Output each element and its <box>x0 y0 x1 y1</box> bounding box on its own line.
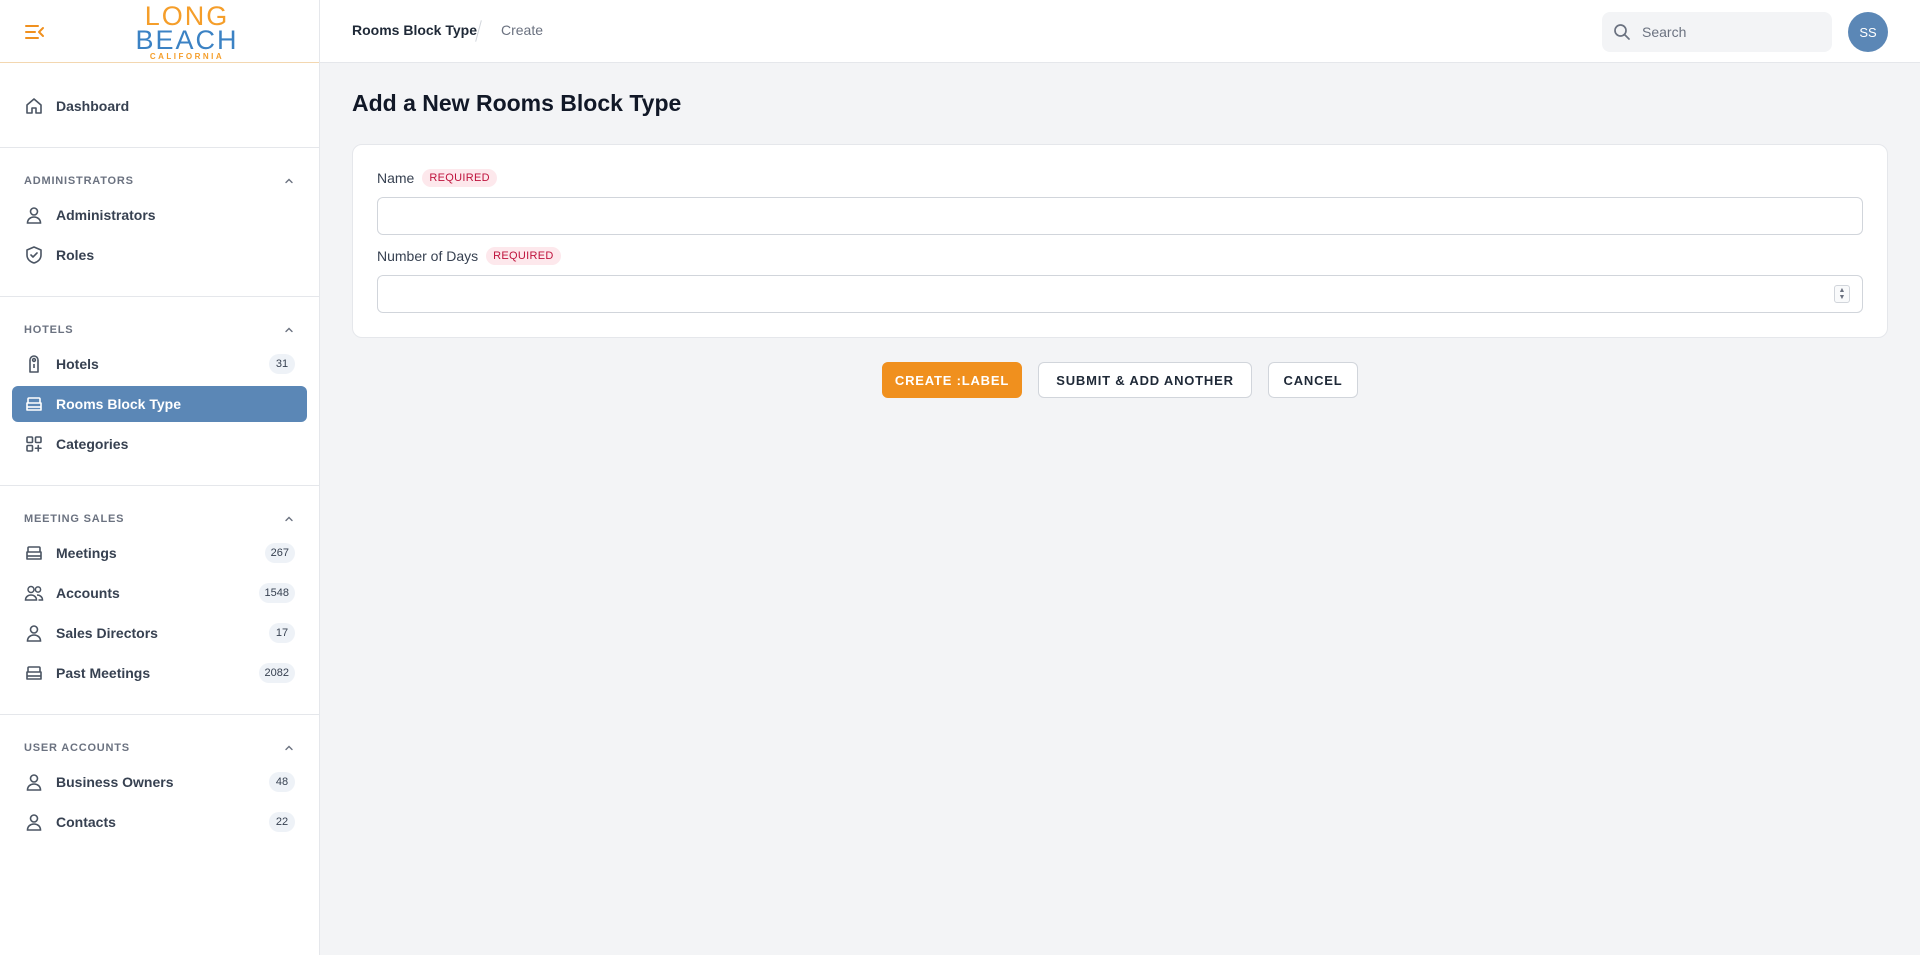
search-box[interactable] <box>1602 12 1832 52</box>
stepper-down-icon[interactable]: ▼ <box>1839 294 1846 301</box>
sidebar-item-label: Categories <box>56 436 129 452</box>
count-badge: 267 <box>264 543 295 563</box>
bed-icon <box>24 663 44 683</box>
sidebar-item-label: Roles <box>56 247 95 263</box>
number-stepper[interactable]: ▲ ▼ <box>1834 285 1850 303</box>
logo-line3: CALIFORNIA <box>149 52 225 61</box>
sidebar-item-label: Accounts <box>56 585 120 601</box>
key-card-icon <box>24 354 44 374</box>
sidebar-item-business-owners[interactable]: Business Owners 48 <box>12 764 307 800</box>
create-button[interactable]: CREATE :LABEL <box>882 362 1022 398</box>
number-of-days-field[interactable]: ▲ ▼ <box>377 275 1863 313</box>
count-badge: 31 <box>269 354 295 374</box>
sidebar-item-hotels[interactable]: Hotels 31 <box>12 346 307 382</box>
count-badge: 22 <box>269 812 295 832</box>
avatar[interactable]: SS <box>1848 12 1888 52</box>
sidebar-item-label: Business Owners <box>56 774 174 790</box>
sidebar-item-label: Hotels <box>56 356 99 372</box>
stepper-up-icon[interactable]: ▲ <box>1839 287 1846 294</box>
chevron-up-icon[interactable] <box>283 324 295 336</box>
count-badge: 1548 <box>258 583 295 603</box>
sidebar-item-contacts[interactable]: Contacts 22 <box>12 804 307 840</box>
sidebar-item-label: Administrators <box>56 207 156 223</box>
name-label-text: Name <box>377 170 415 186</box>
name-field-label: Name REQUIRED <box>377 169 497 187</box>
divider <box>0 296 319 297</box>
sidebar-item-label: Meetings <box>56 545 117 561</box>
sidebar: LONG BEACH CALIFORNIA Dashboard ADMINIST… <box>0 0 320 955</box>
form-card: Name REQUIRED Number of Days REQUIRED ▲ … <box>352 144 1888 338</box>
search-icon <box>1614 24 1630 40</box>
shield-check-icon <box>24 245 44 265</box>
sidebar-item-accounts[interactable]: Accounts 1548 <box>12 575 307 611</box>
cancel-button[interactable]: CANCEL <box>1268 362 1358 398</box>
home-icon <box>24 96 44 116</box>
topbar: Rooms Block Type Create SS <box>320 0 1920 63</box>
divider <box>0 485 319 486</box>
divider <box>0 714 319 715</box>
required-badge: REQUIRED <box>486 247 561 265</box>
user-icon <box>24 812 44 832</box>
sidebar-item-categories[interactable]: Categories <box>12 426 307 462</box>
sidebar-item-roles[interactable]: Roles <box>12 237 307 273</box>
section-title-meeting-sales: MEETING SALES <box>24 513 125 525</box>
logo-line2: BEACH <box>135 25 239 55</box>
section-title-hotels: HOTELS <box>24 324 74 336</box>
users-icon <box>24 583 44 603</box>
sidebar-item-label: Rooms Block Type <box>56 396 181 412</box>
squares-plus-icon <box>24 434 44 454</box>
menu-collapse-icon[interactable] <box>24 22 46 42</box>
breadcrumb-current: Create <box>501 22 544 38</box>
number-of-days-input[interactable] <box>378 276 1862 312</box>
section-title-user-accounts: USER ACCOUNTS <box>24 742 130 754</box>
bed-icon <box>24 394 44 414</box>
breadcrumb-rooms-block-type[interactable]: Rooms Block Type <box>352 22 477 38</box>
sidebar-item-meetings[interactable]: Meetings 267 <box>12 535 307 571</box>
search-input[interactable] <box>1642 24 1812 40</box>
page-title: Add a New Rooms Block Type <box>352 90 682 116</box>
user-icon <box>24 772 44 792</box>
count-badge: 17 <box>269 623 295 643</box>
chevron-up-icon[interactable] <box>283 175 295 187</box>
sidebar-item-dashboard[interactable]: Dashboard <box>12 88 307 124</box>
sidebar-item-rooms-block-type[interactable]: Rooms Block Type <box>12 386 307 422</box>
submit-add-another-button[interactable]: SUBMIT & ADD ANOTHER <box>1038 362 1252 398</box>
count-badge: 48 <box>269 772 295 792</box>
sidebar-item-label: Dashboard <box>56 98 130 114</box>
bed-icon <box>24 543 44 563</box>
sidebar-item-sales-directors[interactable]: Sales Directors 17 <box>12 615 307 651</box>
user-icon <box>24 623 44 643</box>
sidebar-item-label: Contacts <box>56 814 116 830</box>
chevron-up-icon[interactable] <box>283 742 295 754</box>
number-of-days-label-text: Number of Days <box>377 248 479 264</box>
divider <box>0 147 319 148</box>
number-of-days-field-label: Number of Days REQUIRED <box>377 247 561 265</box>
brand-logo[interactable]: LONG BEACH CALIFORNIA <box>134 3 240 62</box>
sidebar-item-administrators[interactable]: Administrators <box>12 197 307 233</box>
sidebar-header: LONG BEACH CALIFORNIA <box>0 0 319 63</box>
user-icon <box>24 205 44 225</box>
name-input[interactable] <box>378 198 1862 234</box>
sidebar-item-past-meetings[interactable]: Past Meetings 2082 <box>12 655 307 691</box>
sidebar-item-label: Past Meetings <box>56 665 151 681</box>
sidebar-item-label: Sales Directors <box>56 625 158 641</box>
section-title-administrators: ADMINISTRATORS <box>24 175 134 187</box>
name-field[interactable] <box>377 197 1863 235</box>
chevron-up-icon[interactable] <box>283 513 295 525</box>
count-badge: 2082 <box>258 663 295 683</box>
required-badge: REQUIRED <box>422 169 497 187</box>
